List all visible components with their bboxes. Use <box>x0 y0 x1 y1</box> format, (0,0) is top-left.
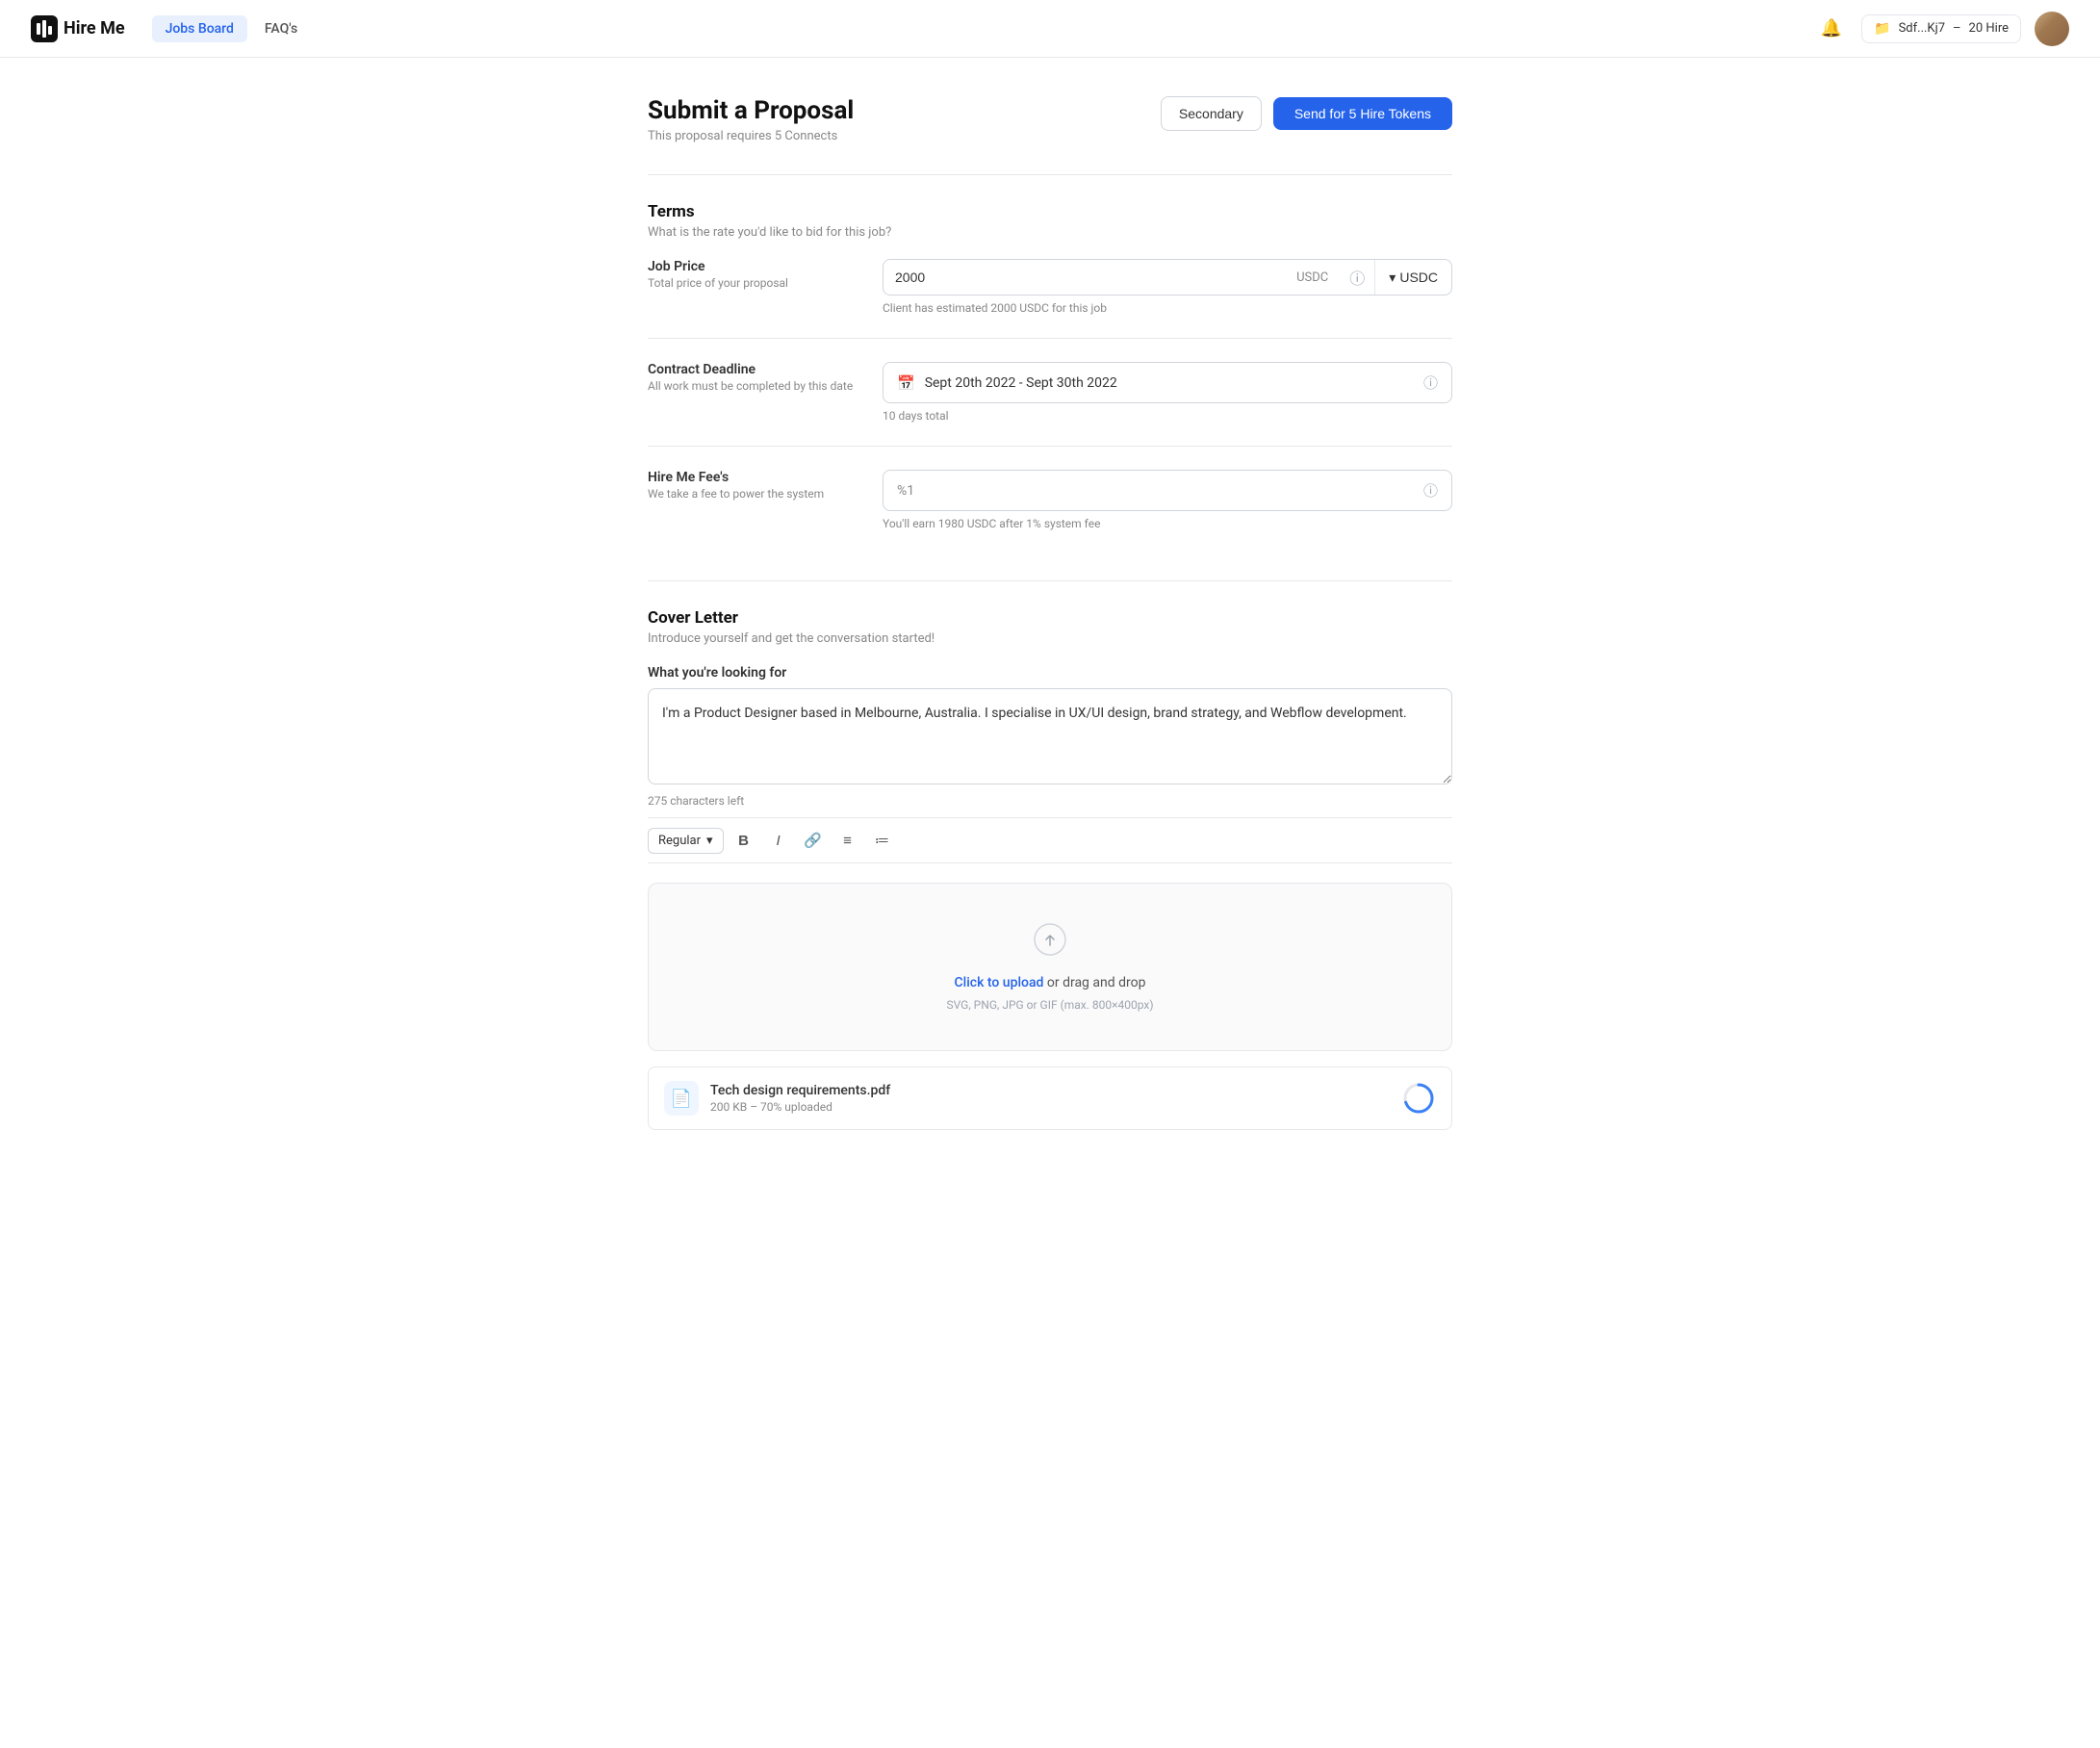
send-proposal-button[interactable]: Send for 5 Hire Tokens <box>1273 97 1452 130</box>
bold-button[interactable]: B <box>730 826 758 855</box>
job-price-label-block: Job Price Total price of your proposal <box>648 259 859 290</box>
file-icon: 📄 <box>664 1081 699 1116</box>
page-content: Submit a Proposal This proposal requires… <box>617 58 1483 1234</box>
cover-letter-desc: Introduce yourself and get the conversat… <box>648 631 1452 646</box>
fee-row: Hire Me Fee's We take a fee to power the… <box>648 447 1452 553</box>
navbar-right: 🔔 📁 Sdf...Kj7 – 20 Hire <box>1815 12 2069 46</box>
currency-dropdown[interactable]: ▾ USDC <box>1375 270 1451 286</box>
fee-label-block: Hire Me Fee's We take a fee to power the… <box>648 470 859 501</box>
chevron-down-icon: ▾ <box>1389 270 1396 286</box>
fee-note: You'll earn 1980 USDC after 1% system fe… <box>883 517 1452 530</box>
deadline-hint: All work must be completed by this date <box>648 379 859 393</box>
deadline-field-block: 📅 Sept 20th 2022 - Sept 30th 2022 ⓘ 10 d… <box>883 362 1452 423</box>
progress-circle-svg <box>1401 1081 1436 1116</box>
cover-letter-textarea[interactable]: I'm a Product Designer based in Melbourn… <box>648 688 1452 784</box>
job-price-note: Client has estimated 2000 USDC for this … <box>883 301 1452 315</box>
logo[interactable]: Hire Me <box>31 15 125 42</box>
fee-field-block: %1 ⓘ You'll earn 1980 USDC after 1% syst… <box>883 470 1452 530</box>
currency-value: USDC <box>1399 270 1438 285</box>
link-button[interactable]: 🔗 <box>799 826 828 855</box>
avatar[interactable] <box>2035 12 2069 46</box>
header-actions: Secondary Send for 5 Hire Tokens <box>1161 96 1452 131</box>
job-price-input[interactable] <box>884 260 1285 295</box>
page-title-block: Submit a Proposal This proposal requires… <box>648 96 854 143</box>
upload-click-label[interactable]: Click to upload <box>955 975 1044 990</box>
terms-title: Terms <box>648 202 1452 221</box>
account-badge[interactable]: 📁 Sdf...Kj7 – 20 Hire <box>1861 14 2021 43</box>
nav-link-jobs-board[interactable]: Jobs Board <box>152 15 247 42</box>
upload-text: Click to upload or drag and drop <box>955 975 1146 990</box>
deadline-label-block: Contract Deadline All work must be compl… <box>648 362 859 393</box>
date-value: Sept 20th 2022 - Sept 30th 2022 <box>925 375 1414 391</box>
fee-value: %1 <box>897 483 1423 499</box>
notifications-button[interactable]: 🔔 <box>1815 13 1848 44</box>
navbar: Hire Me Jobs Board FAQ's 🔔 📁 Sdf...Kj7 –… <box>0 0 2100 58</box>
terms-desc: What is the rate you'd like to bid for t… <box>648 225 1452 240</box>
ordered-list-button[interactable]: ≔ <box>868 826 897 855</box>
job-price-unit: USDC <box>1285 270 1340 285</box>
cover-letter-title: Cover Letter <box>648 608 1452 628</box>
unordered-list-button[interactable]: ≡ <box>833 826 862 855</box>
job-price-label: Job Price <box>648 259 859 274</box>
logo-icon <box>31 15 58 42</box>
deadline-row: Contract Deadline All work must be compl… <box>648 339 1452 447</box>
italic-button[interactable]: I <box>764 826 793 855</box>
terms-section: Terms What is the rate you'd like to bid… <box>648 174 1452 580</box>
fee-label: Hire Me Fee's <box>648 470 859 485</box>
account-tokens: 20 Hire <box>1969 21 2009 36</box>
format-chevron-icon: ▾ <box>706 834 713 848</box>
upload-icon <box>1033 922 1067 964</box>
calendar-icon: 📅 <box>897 374 915 392</box>
date-input[interactable]: 📅 Sept 20th 2022 - Sept 30th 2022 ⓘ <box>883 362 1452 403</box>
brand-name: Hire Me <box>64 18 125 39</box>
fee-help-icon[interactable]: ⓘ <box>1423 480 1438 501</box>
char-count: 275 characters left <box>648 794 1452 808</box>
cover-letter-section: Cover Letter Introduce yourself and get … <box>648 580 1452 1157</box>
date-help-icon[interactable]: ⓘ <box>1423 373 1438 393</box>
secondary-button[interactable]: Secondary <box>1161 96 1262 131</box>
upload-zone[interactable]: Click to upload or drag and drop SVG, PN… <box>648 883 1452 1051</box>
file-name: Tech design requirements.pdf <box>710 1083 1390 1098</box>
account-id: Sdf...Kj7 <box>1899 21 1945 36</box>
job-price-hint: Total price of your proposal <box>648 276 859 290</box>
job-price-row: Job Price Total price of your proposal U… <box>648 259 1452 339</box>
page-title: Submit a Proposal <box>648 96 854 125</box>
nav-links: Jobs Board FAQ's <box>152 15 1815 42</box>
job-price-field-block: USDC ⓘ ▾ USDC Client has estimated 2000 … <box>883 259 1452 315</box>
fee-hint: We take a fee to power the system <box>648 487 859 501</box>
upload-drag-text: or drag and drop <box>1043 975 1145 990</box>
deadline-note: 10 days total <box>883 409 1452 423</box>
fee-input: %1 ⓘ <box>883 470 1452 511</box>
file-meta: 200 KB – 70% uploaded <box>710 1100 1390 1114</box>
file-progress <box>1401 1081 1436 1116</box>
job-price-input-row: USDC ⓘ ▾ USDC <box>883 259 1452 296</box>
file-item: 📄 Tech design requirements.pdf 200 KB – … <box>648 1067 1452 1130</box>
account-separator: – <box>1953 21 1961 36</box>
upload-arrow-icon <box>1033 922 1067 957</box>
file-type-icon: 📄 <box>671 1089 692 1109</box>
format-select[interactable]: Regular ▾ <box>648 828 724 854</box>
nav-link-faqs[interactable]: FAQ's <box>251 15 311 42</box>
folder-icon: 📁 <box>1874 21 1890 37</box>
file-info: Tech design requirements.pdf 200 KB – 70… <box>710 1083 1390 1114</box>
job-price-help-icon[interactable]: ⓘ <box>1340 266 1374 289</box>
page-header: Submit a Proposal This proposal requires… <box>648 96 1452 143</box>
text-toolbar: Regular ▾ B I 🔗 ≡ ≔ <box>648 817 1452 863</box>
upload-hint: SVG, PNG, JPG or GIF (max. 800×400px) <box>946 998 1153 1012</box>
format-value: Regular <box>658 834 701 848</box>
avatar-image <box>2035 12 2069 46</box>
page-subtitle: This proposal requires 5 Connects <box>648 129 854 143</box>
what-label: What you're looking for <box>648 665 1452 681</box>
deadline-label: Contract Deadline <box>648 362 859 377</box>
